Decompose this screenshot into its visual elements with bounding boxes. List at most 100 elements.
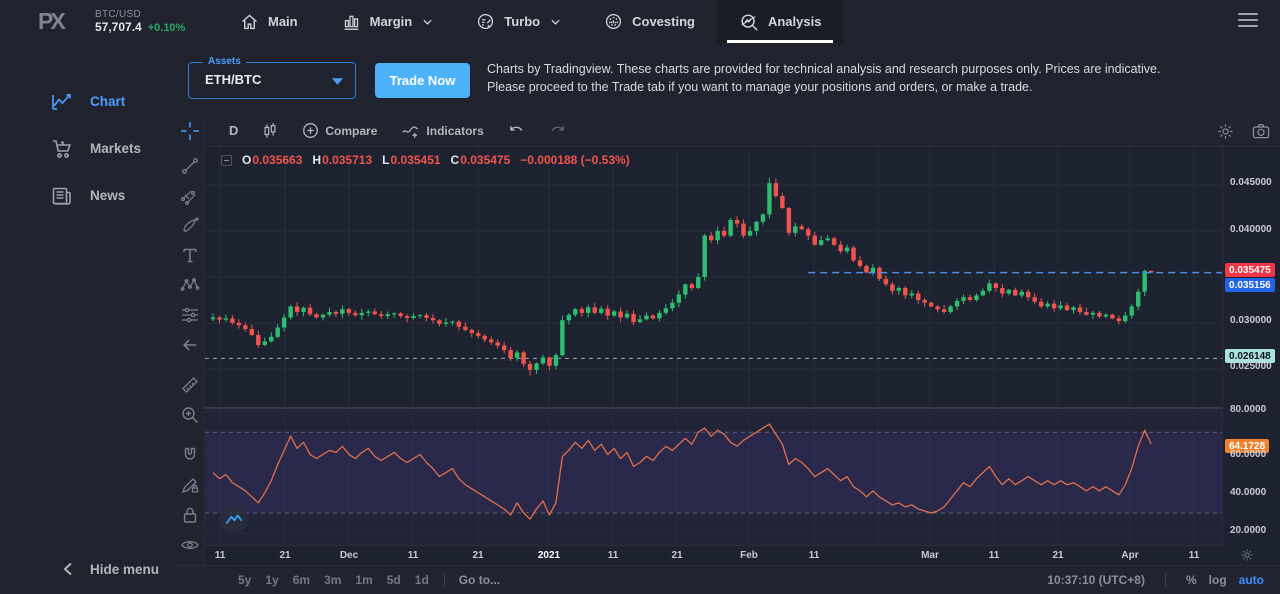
- nav-main[interactable]: Main: [218, 0, 320, 43]
- range-5d-button[interactable]: 5d: [380, 573, 408, 587]
- sidebar-item-chart-label: Chart: [90, 94, 125, 109]
- time-axis-label: Feb: [731, 550, 767, 561]
- nav-analysis[interactable]: Analysis: [717, 0, 843, 43]
- interval-button[interactable]: D: [219, 115, 248, 146]
- compare-button[interactable]: Compare: [292, 115, 387, 146]
- compare-plus-icon: [302, 122, 319, 139]
- chevron-down-icon: [332, 78, 343, 85]
- range-5y-button[interactable]: 5y: [231, 573, 258, 587]
- menu-icon[interactable]: [1238, 13, 1258, 31]
- main-nav: Main Margin Turbo Covesting Analysis: [218, 0, 843, 43]
- trade-now-button[interactable]: Trade Now: [375, 63, 470, 98]
- cart-dollar-icon: [50, 137, 74, 161]
- measure-tool[interactable]: [180, 375, 200, 395]
- axis-label: 80.0000: [1230, 404, 1266, 415]
- lock-all-tool[interactable]: [180, 505, 200, 525]
- assets-select-value: ETH/BTC: [205, 72, 261, 87]
- axis-label: 60.0000: [1230, 449, 1266, 460]
- chevron-down-icon: [551, 19, 560, 25]
- range-3m-button[interactable]: 3m: [317, 573, 348, 587]
- forecast-icon: [180, 305, 200, 325]
- rsi-pane[interactable]: [205, 409, 1222, 545]
- covesting-icon: [604, 12, 623, 31]
- line-chart-icon: [50, 90, 74, 114]
- time-axis-label: 21: [460, 550, 496, 561]
- text-tool[interactable]: [180, 245, 200, 265]
- drawing-mode-lock-tool[interactable]: [180, 475, 200, 495]
- divider: [444, 573, 445, 587]
- nav-margin[interactable]: Margin: [320, 0, 455, 43]
- chevron-down-icon: [423, 19, 432, 25]
- pattern-tool[interactable]: [180, 275, 200, 295]
- ticker-symbol: BTC/USD: [95, 9, 200, 20]
- hide-menu-button[interactable]: Hide menu: [0, 552, 159, 586]
- goto-button[interactable]: Go to...: [459, 573, 500, 587]
- hide-menu-label: Hide menu: [90, 562, 159, 577]
- assets-select[interactable]: Assets ETH/BTC: [188, 62, 356, 99]
- chart-top-toolbar: D Compare Indicators: [205, 115, 1280, 147]
- home-icon: [240, 12, 259, 31]
- sidebar-item-news-label: News: [90, 188, 125, 203]
- disclaimer-line1: Charts by Tradingview. These charts are …: [487, 60, 1161, 78]
- pitchfork-tool[interactable]: [180, 186, 200, 206]
- disclaimer-line2: Please proceed to the Trade tab if you w…: [487, 78, 1161, 96]
- magnet-icon: [180, 445, 200, 465]
- candlestick-icon: [262, 122, 278, 140]
- sidebar-item-news[interactable]: News: [0, 172, 175, 219]
- nav-covesting[interactable]: Covesting: [582, 0, 717, 43]
- nav-turbo-label: Turbo: [504, 14, 540, 29]
- log-scale-button[interactable]: log: [1209, 573, 1227, 587]
- tradingview-logo[interactable]: [220, 505, 248, 533]
- zoom-in-tool[interactable]: [180, 405, 200, 425]
- redo-icon: [549, 124, 566, 138]
- axis-label: 0.040000: [1230, 224, 1272, 235]
- redo-button[interactable]: [539, 115, 576, 146]
- range-1d-button[interactable]: 1d: [408, 573, 436, 587]
- range-6m-button[interactable]: 6m: [286, 573, 317, 587]
- prediction-tool[interactable]: [180, 305, 200, 325]
- snapshot-button[interactable]: [1252, 123, 1270, 139]
- sidebar-item-chart[interactable]: Chart: [0, 78, 175, 125]
- ticker-price: 57,707.4: [95, 20, 142, 34]
- legend-l: L0.035451: [382, 153, 440, 167]
- chart-settings-button[interactable]: [1217, 123, 1234, 140]
- pitchfork-icon: [180, 186, 200, 206]
- brush-icon: [180, 216, 200, 236]
- crosshair-tool[interactable]: [180, 121, 200, 141]
- pane-separator[interactable]: [205, 407, 1280, 409]
- sidebar-item-markets[interactable]: Markets: [0, 125, 175, 172]
- percent-scale-button[interactable]: %: [1186, 573, 1197, 587]
- range-1m-button[interactable]: 1m: [348, 573, 379, 587]
- chart-style-button[interactable]: [252, 115, 288, 146]
- time-axis[interactable]: 1121Dec112120211121Feb11Mar1121Apr11: [205, 545, 1222, 565]
- legend-collapse-icon[interactable]: [221, 155, 232, 166]
- time-axis-label: Apr: [1112, 550, 1148, 561]
- brush-tool[interactable]: [180, 216, 200, 236]
- nav-main-label: Main: [268, 14, 298, 29]
- undo-button[interactable]: [498, 115, 535, 146]
- trend-line-tool[interactable]: [180, 156, 200, 176]
- price-axis[interactable]: 0.0450000.0400000.0354750.0351560.030000…: [1222, 147, 1280, 545]
- hide-all-drawings-tool[interactable]: [180, 535, 200, 555]
- left-sidebar: Chart Markets News Hide menu: [0, 43, 175, 594]
- xabcd-pattern-icon: [180, 275, 200, 295]
- hide-drawings-panel-button[interactable]: [180, 335, 200, 355]
- px-logo[interactable]: PX: [0, 0, 95, 43]
- auto-scale-button[interactable]: auto: [1239, 573, 1264, 587]
- range-1y-button[interactable]: 1y: [258, 573, 285, 587]
- zoom-in-icon: [180, 405, 200, 425]
- legend-o: O0.035663: [242, 153, 302, 167]
- legend-change: −0.000188 (−0.53%): [520, 153, 629, 167]
- ticker-block[interactable]: BTC/USD 57,707.4 +0.10%: [95, 0, 200, 43]
- indicators-button[interactable]: Indicators: [391, 115, 493, 146]
- crosshair-icon: [180, 121, 200, 141]
- chart-widget: D Compare Indicators: [175, 115, 1280, 594]
- magnet-tool[interactable]: [180, 445, 200, 465]
- camera-icon: [1252, 123, 1270, 139]
- nav-turbo[interactable]: Turbo: [454, 0, 582, 43]
- time-axis-label: 11: [395, 550, 431, 561]
- text-icon: [180, 245, 200, 265]
- price-pane[interactable]: [205, 147, 1222, 407]
- clock-label[interactable]: 10:37:10 (UTC+8): [1047, 573, 1145, 587]
- nav-analysis-label: Analysis: [768, 14, 821, 29]
